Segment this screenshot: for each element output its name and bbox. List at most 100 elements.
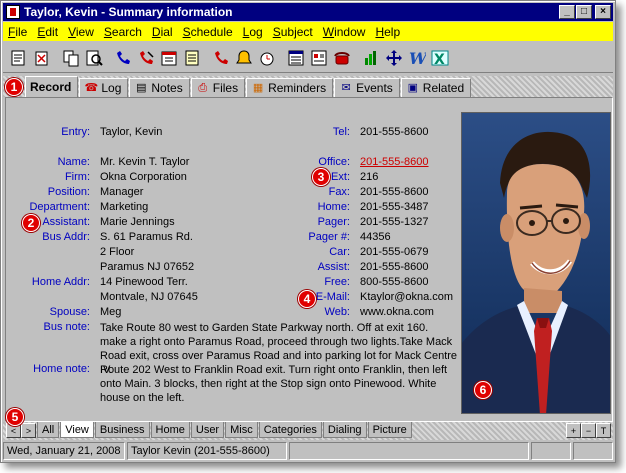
callout-badge-1: 1 [5, 78, 23, 96]
btab-categories[interactable]: Categories [258, 422, 322, 438]
status-date: Wed, January 21, 2008 [3, 442, 125, 460]
menu-file[interactable]: File [3, 25, 32, 39]
car-value: 201-555-0679 [360, 246, 429, 258]
maximize-button[interactable]: □ [576, 5, 592, 19]
spouse-value: Meg [100, 306, 122, 318]
hangup-icon[interactable] [135, 47, 157, 69]
bus-addr-line-3: Paramus NJ 07652 [100, 261, 195, 273]
tab-record[interactable]: Record [25, 76, 79, 97]
minimize-button[interactable]: _ [559, 5, 575, 19]
preview-icon[interactable] [83, 47, 105, 69]
top-tabs: 1 Record ☎ Log ▤ Notes ⎙ Files ▦ Reminde… [3, 76, 613, 97]
home-addr-label: Home Addr: [31, 276, 90, 288]
menu-schedule[interactable]: Schedule [178, 25, 238, 39]
office-label: Office: [318, 156, 350, 168]
dial-icon[interactable] [112, 47, 134, 69]
menu-view[interactable]: View [63, 25, 99, 39]
web-value[interactable]: www.okna.com [360, 306, 434, 318]
copy-icon[interactable] [60, 47, 82, 69]
record-panel: Entry: Taylor, Kevin Name: Mr. Kevin T. … [5, 97, 613, 422]
btab-all[interactable]: All [37, 422, 60, 438]
car-label: Car: [329, 246, 350, 258]
close-button[interactable]: × [595, 5, 611, 19]
office-phone-link[interactable]: 201-555-8600 [360, 156, 429, 168]
pager-value: 201-555-1327 [360, 216, 429, 228]
home-addr-line-1: 14 Pinewood Terr. [100, 276, 188, 288]
reminder-icon[interactable] [233, 47, 255, 69]
menu-dial[interactable]: Dial [147, 25, 178, 39]
chart-icon[interactable] [360, 47, 382, 69]
new-record-icon[interactable] [8, 47, 30, 69]
email-value[interactable]: Ktaylor@okna.com [360, 291, 453, 303]
home-note-text: Route 202 West to Franklin Road exit. Tu… [100, 364, 448, 404]
next-tab-button[interactable]: > [21, 423, 36, 438]
pager-num-label: Pager #: [308, 231, 350, 243]
contact-photo: 6 [461, 112, 611, 414]
bottom-tabs: 5 < > All View Business Home User Misc C… [3, 408, 613, 440]
btab-misc[interactable]: Misc [225, 422, 258, 438]
fax-label: Fax: [328, 186, 350, 198]
menu-search[interactable]: Search [99, 25, 147, 39]
tab-events[interactable]: ✉ Events [334, 78, 400, 97]
position-value: Manager [100, 186, 144, 198]
home-addr-line-2: Montvale, NJ 07645 [100, 291, 198, 303]
home-phone-label: Home: [317, 201, 350, 213]
menu-edit[interactable]: Edit [32, 25, 63, 39]
app-window: Taylor, Kevin - Summary information _ □ … [0, 0, 616, 463]
status-contact: Taylor Kevin (201-555-8600) [127, 442, 287, 460]
reminders-icon: ▦ [252, 82, 264, 94]
btab-home[interactable]: Home [150, 422, 190, 438]
entry-value: Taylor, Kevin [100, 126, 163, 138]
list-icon[interactable] [285, 47, 307, 69]
pin-tab-button[interactable]: T [596, 423, 611, 438]
delete-record-icon[interactable] [31, 47, 53, 69]
files-icon: ⎙ [198, 82, 208, 94]
tel-value: 201-555-8600 [360, 126, 429, 138]
app-icon[interactable] [6, 5, 20, 19]
phone-icon[interactable] [331, 47, 353, 69]
home-note-label: Home note: [33, 363, 90, 375]
menu-subject[interactable]: Subject [268, 25, 318, 39]
call-log-icon[interactable] [210, 47, 232, 69]
tab-notes[interactable]: ▤ Notes [129, 78, 190, 97]
status-empty-1 [289, 442, 529, 460]
callout-badge-3: 3 [312, 168, 330, 186]
callout-badge-2: 2 [22, 214, 40, 232]
status-empty-2 [531, 442, 571, 460]
toolbar: W X [3, 43, 613, 73]
ext-label: Ext: [331, 171, 350, 183]
add-tab-button[interactable]: + [566, 423, 581, 438]
menu-help[interactable]: Help [370, 25, 405, 39]
notes-icon: ▤ [136, 82, 147, 94]
tab-files[interactable]: ⎙ Files [190, 78, 246, 97]
web-label: Web: [324, 306, 350, 318]
btab-user[interactable]: User [190, 422, 225, 438]
svg-text:W: W [409, 49, 426, 67]
title-bar[interactable]: Taylor, Kevin - Summary information _ □ … [3, 3, 613, 21]
bus-addr-line-1: S. 61 Paramus Rd. [100, 231, 193, 243]
tab-log[interactable]: ☎ Log [79, 78, 129, 97]
events-icon: ✉ [341, 82, 351, 94]
schedule-icon[interactable] [158, 47, 180, 69]
btab-business[interactable]: Business [94, 422, 150, 438]
menu-log[interactable]: Log [238, 25, 268, 39]
form-icon[interactable] [308, 47, 330, 69]
btab-dialing[interactable]: Dialing [322, 422, 367, 438]
name-label: Name: [57, 156, 90, 168]
menu-window[interactable]: Window [318, 25, 371, 39]
status-bar: Wed, January 21, 2008 Taylor Kevin (201-… [3, 441, 613, 461]
btab-view[interactable]: View [60, 422, 94, 438]
related-icon: ▣ [407, 82, 418, 94]
tab-reminders[interactable]: ▦ Reminders [246, 78, 334, 97]
timer-icon[interactable] [256, 47, 278, 69]
remove-tab-button[interactable]: − [581, 423, 596, 438]
note-icon[interactable] [181, 47, 203, 69]
excel-icon[interactable]: X [429, 47, 451, 69]
department-label: Department: [29, 201, 90, 213]
btab-picture[interactable]: Picture [367, 422, 412, 438]
menu-bar: File Edit View Search Dial Schedule Log … [3, 22, 613, 41]
status-empty-3 [573, 442, 613, 460]
tab-related[interactable]: ▣ Related [400, 78, 472, 97]
word-icon[interactable]: W [406, 47, 428, 69]
move-icon[interactable] [383, 47, 405, 69]
